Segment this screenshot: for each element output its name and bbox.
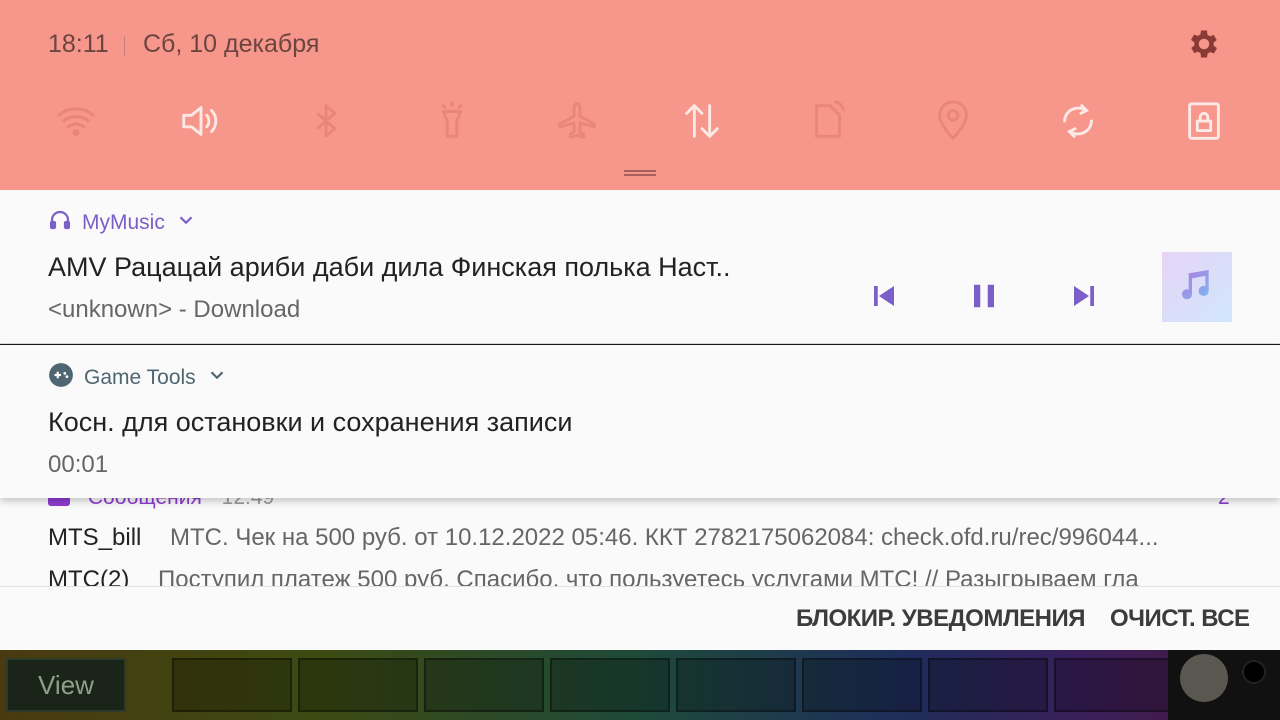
next-track-button[interactable]: [1064, 276, 1104, 316]
mobile-data-icon[interactable]: [677, 96, 727, 146]
message-text: Поступил платеж 500 руб. Спасибо, что по…: [158, 566, 1139, 586]
background-tile: [298, 658, 418, 712]
music-app-name: MyMusic: [82, 211, 165, 234]
quick-panel: 18:11 Сб, 10 декабря: [0, 0, 1280, 190]
background-tile: [1054, 658, 1174, 712]
auto-rotate-icon[interactable]: [1053, 96, 1103, 146]
background-tile: [172, 658, 292, 712]
background-tile: [802, 658, 922, 712]
music-note-icon: [1177, 265, 1217, 310]
gamepad-icon: [48, 362, 74, 394]
music-notification[interactable]: MyMusic AMV Рацацай ариби даби дила Финс…: [0, 190, 1280, 344]
view-button[interactable]: View: [6, 658, 126, 712]
message-row[interactable]: МТС(2) Поступил платеж 500 руб. Спасибо,…: [48, 566, 1139, 586]
background-tile: [928, 658, 1048, 712]
record-indicator-icon: [1242, 660, 1266, 684]
background-app: View: [0, 650, 1280, 720]
location-icon[interactable]: [928, 96, 978, 146]
game-tools-notification[interactable]: Game Tools Косн. для остановки и сохране…: [0, 345, 1280, 498]
block-notifications-button[interactable]: БЛОКИР. УВЕДОМЛЕНИЯ: [796, 605, 1086, 633]
pause-button[interactable]: [964, 276, 1004, 316]
message-row[interactable]: MTS_bill МТС. Чек на 500 руб. от 10.12.2…: [48, 524, 1159, 554]
message-sender: МТС(2): [48, 566, 130, 586]
quick-toggles-row: [0, 96, 1280, 146]
screen: { "status": { "time": "18:11", "date": "…: [0, 0, 1280, 720]
message-text: МТС. Чек на 500 руб. от 10.12.2022 05:46…: [170, 524, 1159, 551]
chevron-down-icon[interactable]: [206, 364, 228, 392]
sound-icon[interactable]: [176, 96, 226, 146]
music-track-title: AMV Рацацай ариби даби дила Финская поль…: [48, 252, 731, 282]
background-tile: [424, 658, 544, 712]
headphones-icon: [48, 208, 72, 238]
panel-drag-handle[interactable]: [624, 170, 656, 176]
notification-footer: БЛОКИР. УВЕДОМЛЕНИЯ ОЧИСТ. ВСЕ: [0, 586, 1280, 650]
status-separator: [124, 36, 125, 56]
gear-icon[interactable]: [1186, 26, 1222, 62]
album-art: [1162, 252, 1232, 322]
game-tools-app-name: Game Tools: [84, 366, 196, 389]
music-notification-header: MyMusic: [48, 210, 197, 236]
message-sender: MTS_bill: [48, 524, 142, 551]
clear-all-button[interactable]: ОЧИСТ. ВСЕ: [1110, 605, 1250, 633]
music-track-subtitle: <unknown> - Download: [48, 296, 301, 323]
previous-track-button[interactable]: [864, 276, 904, 316]
status-date: Сб, 10 декабря: [143, 30, 320, 58]
flashlight-icon[interactable]: [427, 96, 477, 146]
wifi-icon[interactable]: [51, 96, 101, 146]
recording-timer: 00:01: [48, 451, 109, 478]
game-tools-title: Косн. для остановки и сохранения записи: [48, 407, 573, 437]
background-tile: [550, 658, 670, 712]
secure-folder-icon[interactable]: [1179, 96, 1229, 146]
chevron-down-icon[interactable]: [175, 209, 197, 237]
avatar: [1180, 654, 1228, 702]
screen-rotation-icon[interactable]: [803, 96, 853, 146]
game-tools-header: Game Tools: [48, 362, 228, 394]
bluetooth-icon[interactable]: [301, 96, 351, 146]
background-tile: [676, 658, 796, 712]
airplane-icon[interactable]: [552, 96, 602, 146]
status-time: 18:11: [48, 30, 109, 58]
